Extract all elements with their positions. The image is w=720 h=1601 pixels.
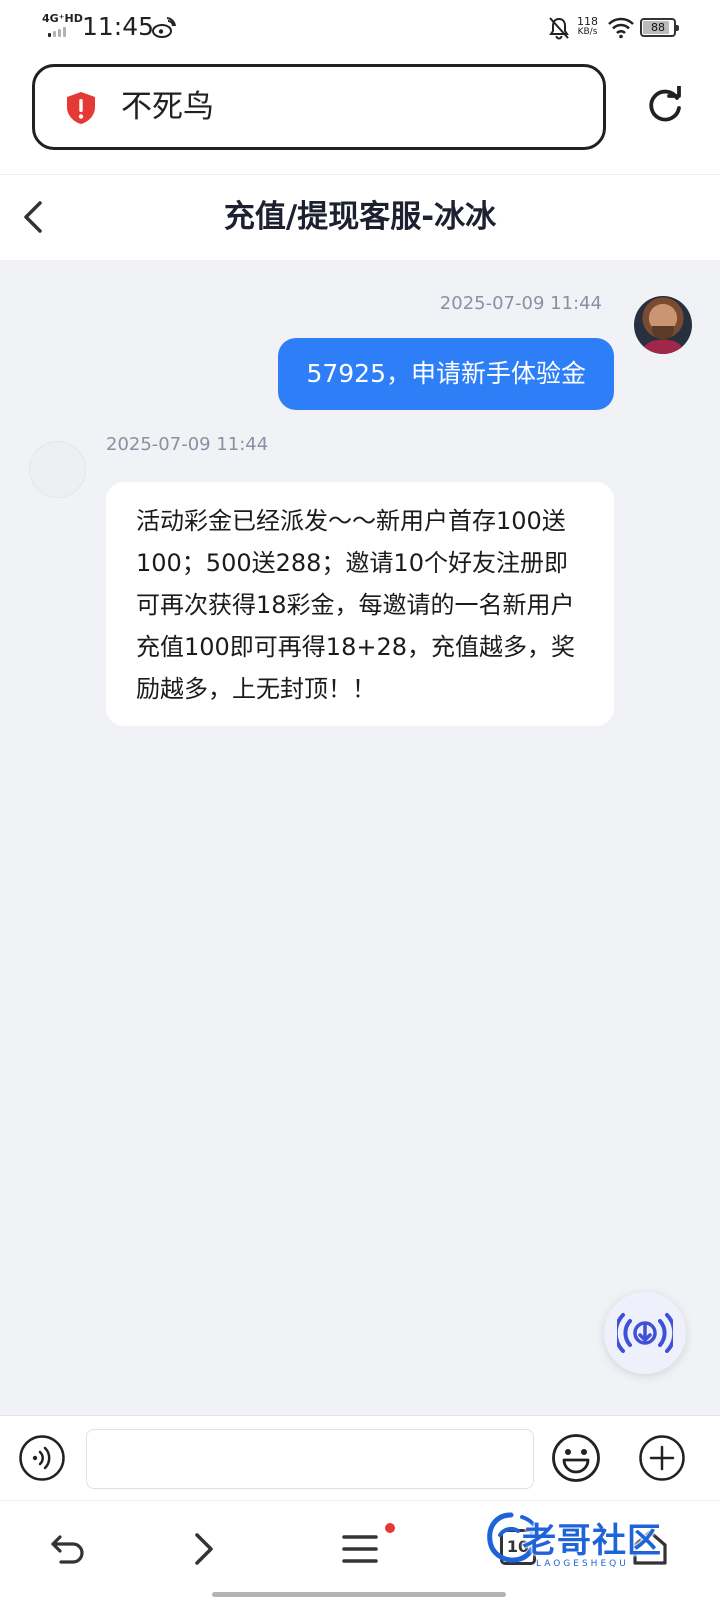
emoji-icon[interactable] [551, 1433, 601, 1483]
battery-icon: 88 [640, 18, 679, 37]
status-time: 11:45 [82, 12, 155, 41]
watermark-subtext: LAOGESHEQU [536, 1559, 629, 1569]
address-bar[interactable]: 不死鸟 [32, 64, 606, 150]
signal-icon [48, 27, 66, 37]
status-bar: 4G⁺HD 11:45 118 KB/s 88 [0, 0, 720, 56]
shield-warning-icon [67, 92, 95, 124]
download-wave-icon [617, 1313, 673, 1353]
browser-nav-bar: 10 老哥社区 LAOGESHEQU [0, 1500, 720, 1601]
avatar-shirt [640, 340, 686, 354]
menu-icon[interactable] [340, 1529, 380, 1569]
message-input[interactable] [86, 1429, 534, 1489]
net-speed-unit: KB/s [577, 27, 598, 37]
battery-level: 88 [651, 21, 665, 34]
battery-cap [676, 25, 679, 31]
message-timestamp: 2025-07-09 11:44 [439, 293, 602, 314]
chat-title: 充值/提现客服-冰冰 [223, 199, 497, 235]
undo-back-icon[interactable] [48, 1529, 88, 1569]
browser-toolbar: 不死鸟 [0, 56, 720, 175]
net-speed: 118 KB/s [577, 16, 598, 38]
back-arrow-icon[interactable] [18, 197, 48, 237]
reload-icon[interactable] [645, 86, 685, 126]
bell-muted-icon [549, 17, 569, 40]
incoming-message-bubble[interactable]: 活动彩金已经派发～～新用户首存100送100；500送288；邀请10个好友注册… [106, 482, 614, 726]
notification-dot [385, 1523, 395, 1533]
avatar-beard [652, 326, 674, 340]
floating-download-button[interactable] [604, 1292, 686, 1374]
message-timestamp: 2025-07-09 11:44 [106, 434, 269, 455]
agent-avatar[interactable] [29, 441, 86, 498]
net-speed-value: 118 [577, 15, 598, 28]
weibo-icon [152, 17, 176, 38]
chat-header: 充值/提现客服-冰冰 [0, 175, 720, 260]
forward-icon[interactable] [183, 1529, 223, 1569]
message-list[interactable]: 2025-07-09 11:44 57925，申请新手体验金 2025-07-0… [0, 260, 720, 1415]
watermark: 老哥社区 LAOGESHEQU [480, 1507, 710, 1587]
outgoing-message-bubble[interactable]: 57925，申请新手体验金 [278, 338, 614, 410]
add-attachment-icon[interactable] [638, 1434, 686, 1482]
voice-input-icon[interactable] [18, 1434, 66, 1482]
address-text[interactable]: 不死鸟 [121, 87, 214, 127]
gesture-bar[interactable] [212, 1592, 506, 1597]
message-input-bar [0, 1415, 720, 1501]
wifi-icon [608, 17, 634, 39]
user-avatar[interactable] [634, 296, 692, 354]
network-indicator: 4G⁺HD [42, 12, 83, 25]
watermark-text: 老哥社区 [522, 1521, 662, 1561]
